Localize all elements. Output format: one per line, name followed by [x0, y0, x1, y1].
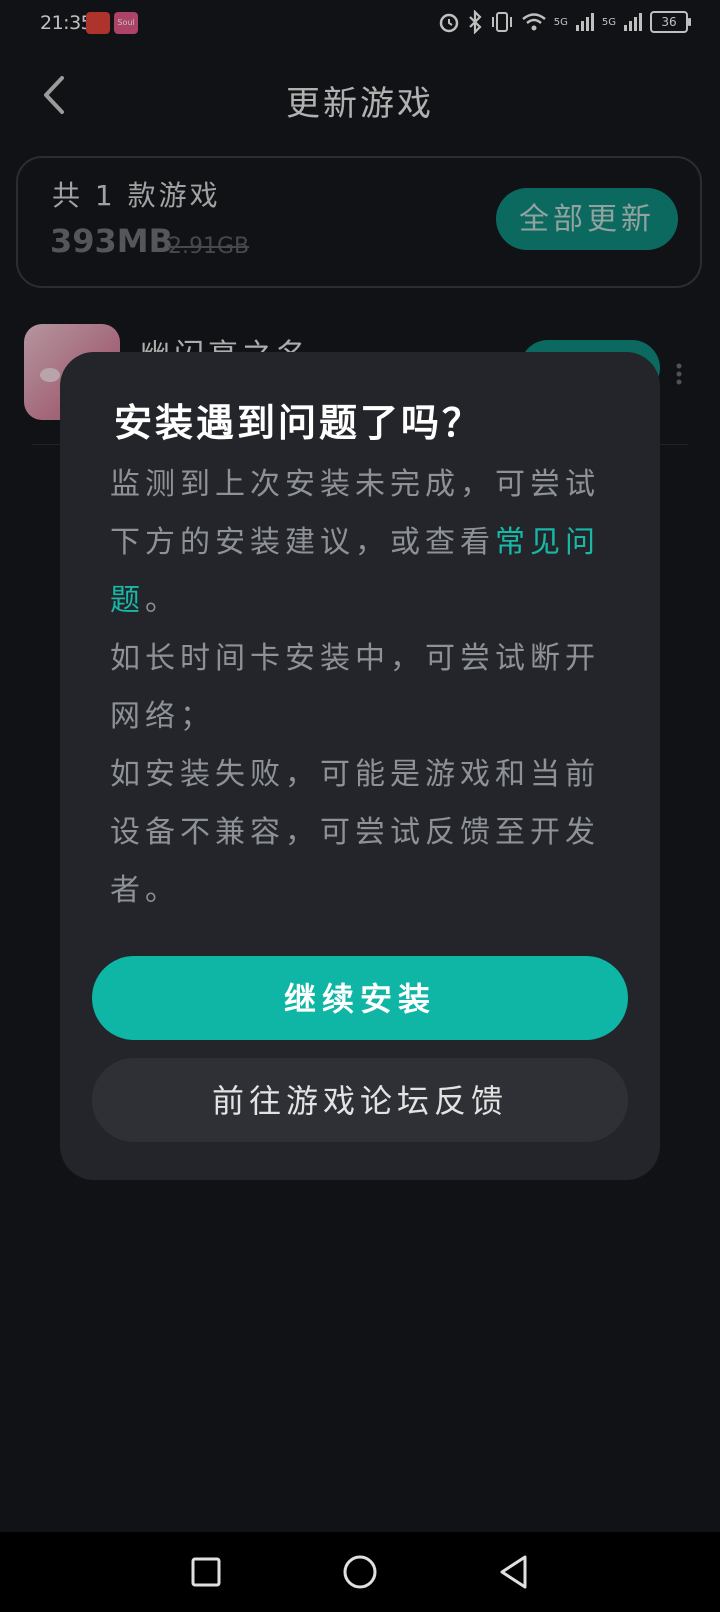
- dialog-paragraph-1: 监测到上次安装未完成，可尝试下方的安装建议，或查看常见问题。: [110, 456, 610, 630]
- recent-apps-icon: [191, 1557, 221, 1587]
- dialog-paragraph-2: 如长时间卡安装中，可尝试断开网络；: [110, 641, 600, 734]
- system-nav-bar: [0, 1532, 720, 1612]
- dialog-title: 安装遇到问题了吗？: [114, 401, 484, 445]
- continue-install-button[interactable]: 继续安装: [92, 956, 628, 1040]
- install-problem-dialog: 安装遇到问题了吗？ 监测到上次安装未完成，可尝试下方的安装建议，或查看常见问题。…: [60, 352, 660, 1180]
- recent-apps-button[interactable]: [166, 1532, 246, 1612]
- back-button[interactable]: [474, 1532, 554, 1612]
- paragraph-1-end: 。: [145, 583, 180, 618]
- home-button[interactable]: [320, 1532, 400, 1612]
- dialog-body: 监测到上次安装未完成，可尝试下方的安装建议，或查看常见问题。 如长时间卡安装中，…: [110, 456, 610, 920]
- back-icon: [500, 1555, 527, 1589]
- dialog-paragraph-3: 如安装失败，可能是游戏和当前设备不兼容，可尝试反馈至开发者。: [110, 757, 600, 908]
- forum-feedback-button[interactable]: 前往游戏论坛反馈: [92, 1058, 628, 1142]
- home-icon: [343, 1555, 377, 1589]
